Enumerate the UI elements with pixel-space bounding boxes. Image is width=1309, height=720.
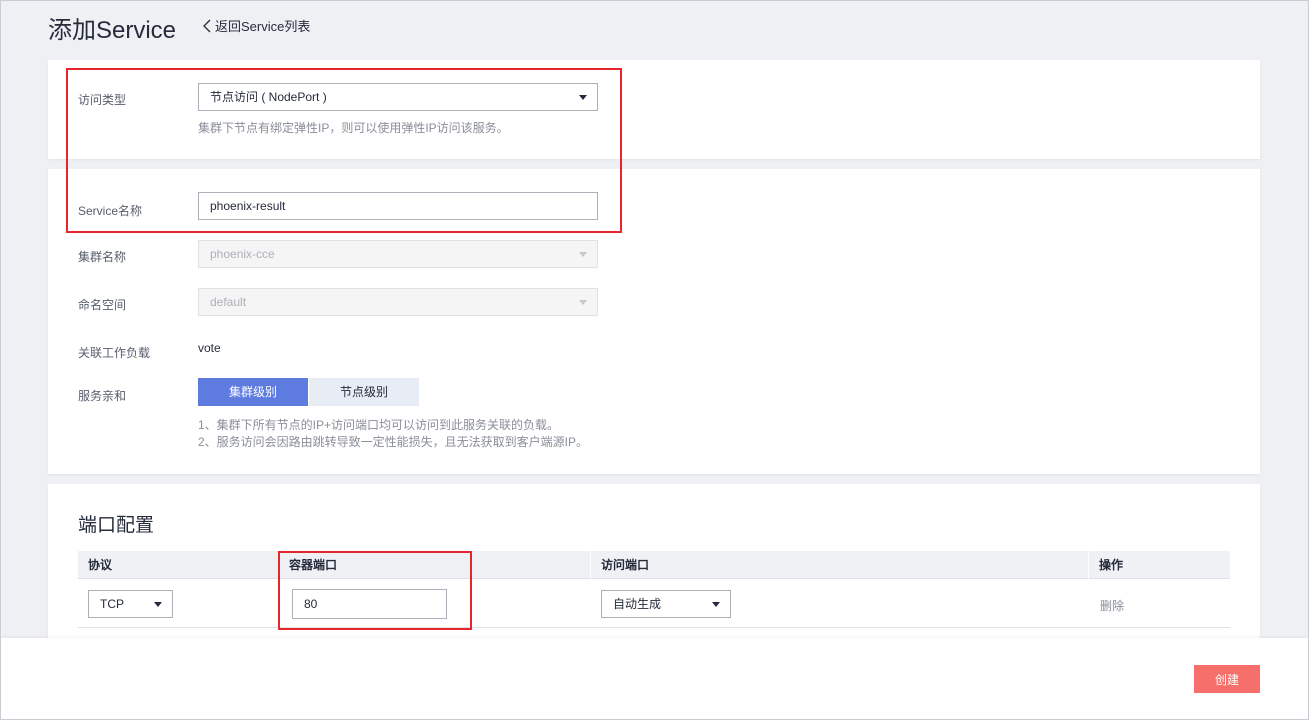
affinity-hint: 1、集群下所有节点的IP+访问端口均可以访问到此服务关联的负载。 2、服务访问会… (198, 417, 588, 451)
caret-down-icon (712, 602, 720, 607)
port-config-title: 端口配置 (78, 515, 155, 536)
container-port-input[interactable] (292, 589, 447, 619)
caret-down-icon (579, 95, 587, 100)
chevron-left-icon (203, 19, 211, 32)
namespace-select: default (198, 288, 598, 316)
cluster-name-label: 集群名称 (78, 250, 127, 264)
cluster-name-value: phoenix-cce (210, 247, 275, 261)
affinity-segmented-control: 集群级别 节点级别 (198, 378, 419, 406)
delete-row-link[interactable]: 删除 (1100, 597, 1124, 614)
access-type-select[interactable]: 节点访问 ( NodePort ) (198, 83, 598, 111)
affinity-option-node[interactable]: 节点级别 (309, 378, 419, 406)
workload-value: vote (198, 341, 221, 355)
affinity-hint-line: 1、集群下所有节点的IP+访问端口均可以访问到此服务关联的负载。 (198, 418, 560, 432)
column-header-protocol: 协议 (88, 558, 113, 572)
protocol-select[interactable]: TCP (88, 590, 173, 618)
column-header-container-port: 容器端口 (278, 551, 590, 579)
caret-down-icon (579, 252, 587, 257)
affinity-label: 服务亲和 (78, 389, 127, 403)
affinity-option-cluster[interactable]: 集群级别 (198, 378, 308, 406)
port-table-header: 协议 容器端口 访问端口 操作 (78, 551, 1230, 579)
page-title: 添加Service (48, 17, 177, 44)
access-type-hint: 集群下节点有绑定弹性IP，则可以使用弹性IP访问该服务。 (198, 121, 509, 135)
column-header-action: 操作 (1088, 551, 1230, 579)
affinity-hint-line: 2、服务访问会因路由跳转导致一定性能损失，且无法获取到客户端源IP。 (198, 435, 589, 449)
workload-label: 关联工作负载 (78, 346, 151, 360)
back-to-service-list-link[interactable]: 返回Service列表 (201, 16, 310, 35)
caret-down-icon (579, 300, 587, 305)
access-type-value: 节点访问 ( NodePort ) (210, 90, 327, 104)
access-port-select[interactable]: 自动生成 (601, 590, 731, 618)
caret-down-icon (154, 602, 162, 607)
service-name-input[interactable] (198, 192, 598, 220)
table-row: TCP 自动生成 删除 (78, 580, 1230, 628)
column-header-access-port: 访问端口 (590, 551, 1088, 579)
namespace-value: default (210, 295, 247, 309)
access-port-value: 自动生成 (613, 597, 662, 611)
access-type-label: 访问类型 (78, 93, 127, 107)
service-name-label: Service名称 (78, 204, 143, 218)
protocol-value: TCP (100, 597, 124, 611)
create-button[interactable]: 创建 (1194, 665, 1260, 693)
namespace-label: 命名空间 (78, 298, 127, 312)
back-link-label: 返回Service列表 (215, 19, 311, 34)
footer-bar: 创建 (0, 638, 1309, 720)
cluster-name-select: phoenix-cce (198, 240, 598, 268)
